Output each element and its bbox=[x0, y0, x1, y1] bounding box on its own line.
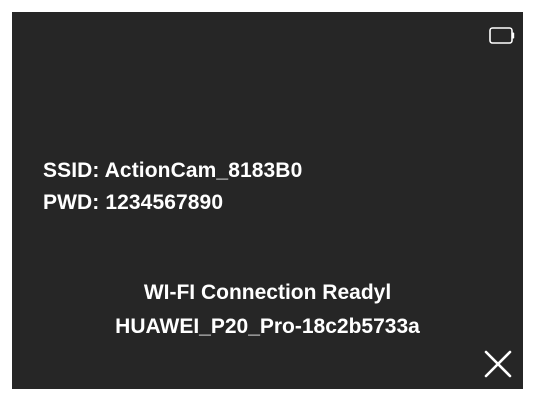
credentials-block: SSID: ActionCam_8183B0 PWD: 1234567890 bbox=[43, 155, 302, 219]
connection-status-text: WI-FI Connection Readyl bbox=[143, 281, 392, 304]
pwd-value: 1234567890 bbox=[105, 191, 224, 214]
ssid-value: ActionCam_8183B0 bbox=[104, 159, 303, 182]
ssid-label: SSID: bbox=[43, 159, 100, 182]
connection-status-block: WI-FI Connection Readyl HUAWEI_P20_Pro-1… bbox=[12, 276, 523, 344]
pwd-label: PWD: bbox=[43, 191, 100, 214]
wifi-connection-screen: SSID: ActionCam_8183B0 PWD: 1234567890 W… bbox=[12, 12, 523, 389]
ssid-row: SSID: ActionCam_8183B0 bbox=[43, 155, 302, 187]
close-icon[interactable] bbox=[483, 349, 513, 379]
connected-device-name: HUAWEI_P20_Pro-18c2b5733a bbox=[115, 315, 420, 338]
pwd-row: PWD: 1234567890 bbox=[43, 187, 302, 219]
battery-icon bbox=[489, 27, 515, 44]
